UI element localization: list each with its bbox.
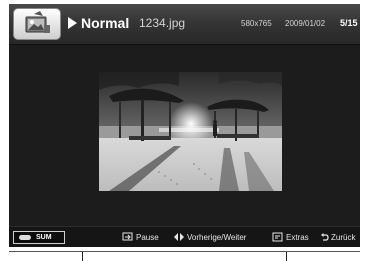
view-mode-label: Normal [81, 15, 130, 31]
back-label: Zurück [331, 233, 356, 242]
image-date: 2009/01/02 [285, 19, 326, 28]
pause-action[interactable]: Pause [122, 232, 159, 245]
play-icon [68, 17, 77, 29]
beach-photo [99, 72, 282, 191]
remote-control-icon [19, 235, 31, 240]
photo-viewer-graphic [25, 11, 50, 33]
pause-icon [122, 232, 134, 245]
page-counter: 5/15 [340, 18, 358, 28]
back-action[interactable]: Zurück [320, 232, 355, 245]
sum-label: SUM [36, 234, 52, 241]
image-resolution: 580x765 [241, 19, 272, 28]
header-bar: Normal 1234.jpg 580x765 2009/01/02 5/15 [9, 4, 360, 45]
bottom-strip [9, 251, 360, 261]
media-viewer-screen: Normal 1234.jpg 580x765 2009/01/02 5/15 [9, 4, 360, 247]
extras-action[interactable]: Extras [272, 232, 309, 245]
tools-icon [272, 232, 284, 245]
prev-next-action[interactable]: Vorherige/Weiter [173, 232, 246, 245]
return-icon [320, 232, 329, 245]
sum-button[interactable]: SUM [13, 231, 65, 244]
displayed-photo[interactable] [99, 72, 282, 191]
left-right-arrows-icon [173, 232, 185, 245]
extras-label: Extras [286, 233, 309, 242]
prev-next-label: Vorherige/Weiter [187, 233, 247, 242]
footer-bar: SUM Pause Vorherige/Weiter Extras Zurück [9, 226, 360, 247]
pause-label: Pause [136, 233, 159, 242]
file-name: 1234.jpg [139, 16, 186, 30]
photo-viewer-icon [13, 8, 61, 40]
